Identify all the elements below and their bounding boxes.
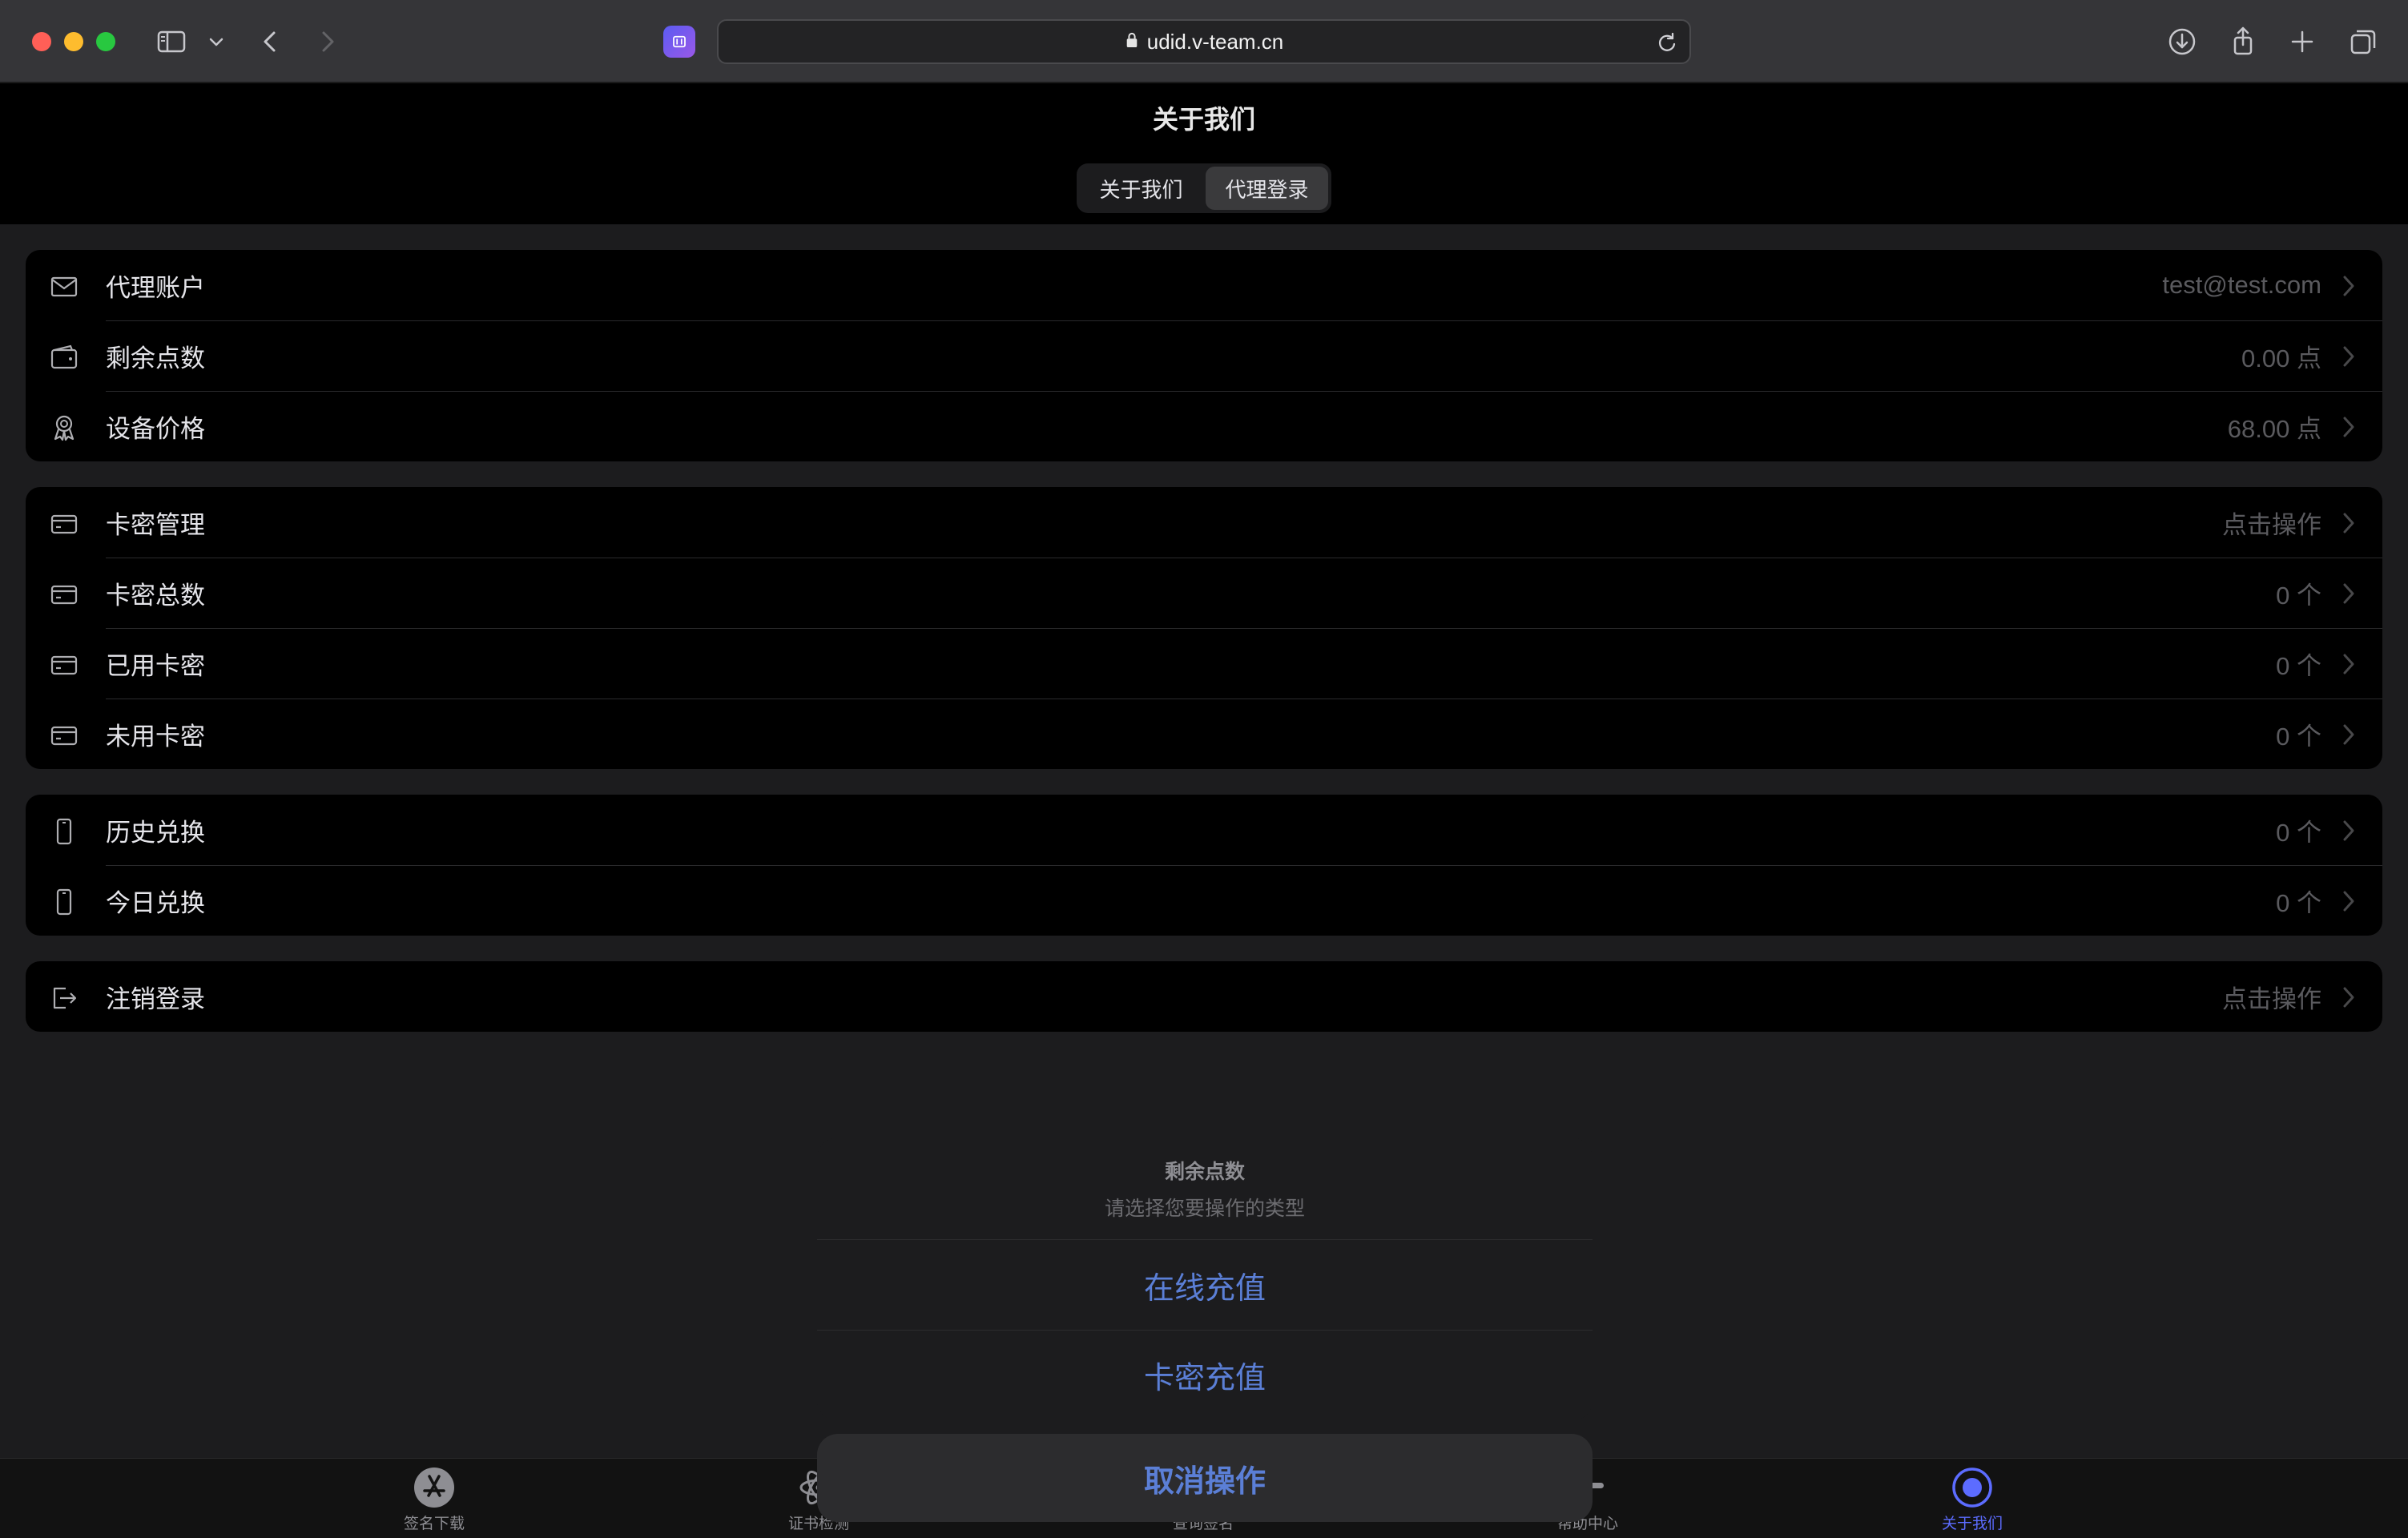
chevron-down-icon[interactable]: [200, 24, 232, 59]
list-item[interactable]: 代理账户 test@test.com: [26, 250, 2382, 320]
zoom-window-button[interactable]: [96, 32, 115, 51]
phone-icon: [50, 888, 79, 916]
row-label: 未用卡密: [106, 722, 205, 751]
online-recharge-button[interactable]: 在线充值: [817, 1240, 1593, 1330]
row-value: 0.00 点: [2241, 344, 2321, 372]
wallet-icon: [50, 343, 79, 372]
row-value: 0 个: [2276, 651, 2321, 680]
action-sheet-header: 剩余点数 请选择您要操作的类型: [817, 1137, 1593, 1240]
list-item[interactable]: 剩余点数 0.00 点: [26, 320, 2382, 391]
list-item[interactable]: 卡密总数 0 个: [26, 558, 2382, 628]
tab-label: 签名下载: [403, 1515, 465, 1532]
row-label: 注销登录: [106, 984, 205, 1014]
card-icon: [50, 509, 79, 538]
action-sheet-title: 剩余点数: [1164, 1159, 1245, 1183]
card-icon: [50, 580, 79, 609]
close-window-button[interactable]: [32, 32, 51, 51]
row-label: 历史兑换: [106, 818, 205, 848]
row-label: 今日兑换: [106, 888, 205, 918]
row-label: 卡密总数: [106, 581, 205, 610]
chevron-right-icon: [2343, 346, 2354, 367]
chevron-right-icon: [2343, 417, 2354, 437]
award-icon: [50, 413, 79, 442]
row-value: 0 个: [2276, 581, 2321, 610]
tab-label: 关于我们: [1941, 1515, 2003, 1532]
row-value: 68.00 点: [2227, 414, 2321, 443]
row-label: 代理账户: [106, 273, 205, 303]
card-recharge-button[interactable]: 卡密充值: [817, 1330, 1593, 1419]
list-item[interactable]: 未用卡密 0 个: [26, 699, 2382, 769]
chevron-right-icon: [2343, 724, 2354, 745]
row-label: 已用卡密: [106, 651, 205, 681]
extension-icon[interactable]: [663, 26, 695, 58]
new-tab-icon[interactable]: [2285, 24, 2320, 59]
page-header: 关于我们 关于我们 代理登录: [0, 83, 2408, 224]
app-store-icon: [413, 1467, 455, 1508]
back-icon[interactable]: [253, 24, 288, 59]
row-value: test@test.com: [2162, 271, 2321, 299]
list-item[interactable]: 卡密管理 点击操作: [26, 487, 2382, 558]
account-group: 代理账户 test@test.com 剩余点数 0.00 点 设备价格 68.0…: [26, 250, 2382, 461]
list-item[interactable]: 设备价格 68.00 点: [26, 391, 2382, 461]
action-sheet: 剩余点数 请选择您要操作的类型 在线充值 卡密充值: [817, 1137, 1593, 1421]
chevron-right-icon: [2343, 513, 2354, 533]
chevron-right-icon: [2343, 276, 2354, 296]
row-label: 卡密管理: [106, 510, 205, 540]
sidebar-toggle-icon[interactable]: [154, 24, 189, 59]
row-label: 设备价格: [106, 414, 205, 444]
chevron-right-icon: [2343, 987, 2354, 1008]
tab-about-us[interactable]: 关于我们: [1080, 167, 1202, 210]
action-sheet-subtitle: 请选择您要操作的类型: [1104, 1196, 1305, 1220]
downloads-icon[interactable]: [2164, 24, 2200, 59]
target-icon: [1951, 1467, 1993, 1508]
cancel-button[interactable]: 取消操作: [817, 1434, 1593, 1522]
tab-sign-download[interactable]: 签名下载: [354, 1467, 514, 1538]
card-icon: [50, 721, 79, 750]
row-value: 0 个: [2276, 722, 2321, 751]
chevron-right-icon: [2343, 820, 2354, 841]
chevron-right-icon: [2343, 654, 2354, 674]
list-item[interactable]: 已用卡密 0 个: [26, 628, 2382, 699]
list-item[interactable]: 今日兑换 0 个: [26, 865, 2382, 936]
row-label: 剩余点数: [106, 344, 205, 373]
lock-icon: [1125, 31, 1139, 52]
url-text: udid.v-team.cn: [1146, 29, 1284, 54]
page-title: 关于我们: [1152, 104, 1255, 135]
tab-agent-login[interactable]: 代理登录: [1206, 167, 1328, 210]
reload-icon[interactable]: [1656, 31, 1678, 54]
browser-toolbar: udid.v-team.cn: [0, 0, 2408, 83]
list-item[interactable]: 历史兑换 0 个: [26, 795, 2382, 865]
minimize-window-button[interactable]: [64, 32, 83, 51]
logout-group: 注销登录 点击操作: [26, 961, 2382, 1032]
tab-overview-icon[interactable]: [2346, 24, 2381, 59]
chevron-right-icon: [2343, 891, 2354, 912]
row-value: 0 个: [2276, 818, 2321, 847]
card-key-group: 卡密管理 点击操作 卡密总数 0 个 已用卡密 0 个 未用卡密 0 个: [26, 487, 2382, 769]
row-value: 0 个: [2276, 888, 2321, 917]
list-item[interactable]: 注销登录 点击操作: [26, 961, 2382, 1032]
phone-icon: [50, 817, 79, 846]
exchange-group: 历史兑换 0 个 今日兑换 0 个: [26, 795, 2382, 936]
segmented-control: 关于我们 代理登录: [1077, 163, 1331, 213]
card-icon: [50, 650, 79, 679]
row-value: 点击操作: [2222, 984, 2321, 1013]
row-value: 点击操作: [2222, 510, 2321, 539]
share-icon[interactable]: [2225, 24, 2261, 59]
chevron-right-icon: [2343, 583, 2354, 604]
mail-icon: [50, 272, 79, 301]
tab-about-us-bottom[interactable]: 关于我们: [1892, 1467, 2052, 1538]
logout-icon: [50, 984, 79, 1013]
address-bar[interactable]: udid.v-team.cn: [717, 19, 1691, 64]
forward-icon[interactable]: [309, 24, 344, 59]
